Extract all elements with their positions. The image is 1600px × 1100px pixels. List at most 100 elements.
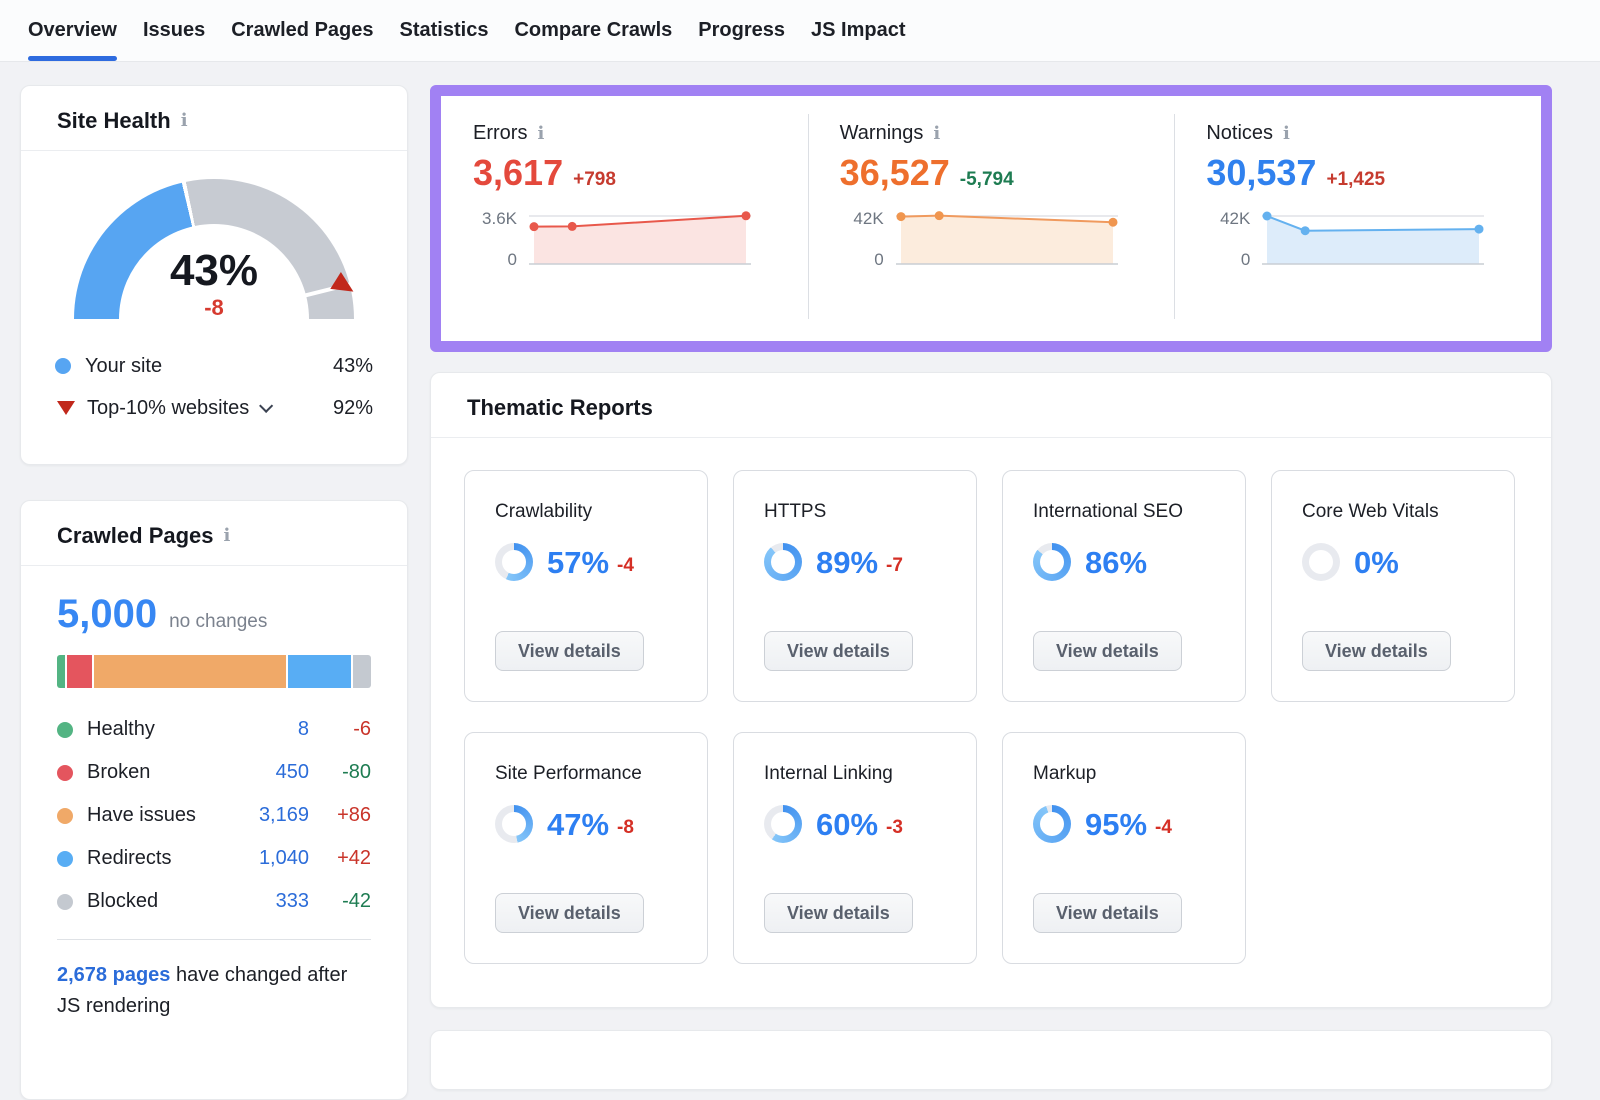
gray-dot-icon: [57, 894, 73, 910]
view-details-button[interactable]: View details: [495, 631, 644, 671]
internal-linking-donut-chart: [764, 805, 802, 843]
blue-dot-icon: [55, 358, 71, 374]
card-title: Site Performance: [495, 763, 677, 785]
info-icon[interactable]: i: [1283, 125, 1290, 143]
internal-linking-percent: 60%: [816, 809, 878, 840]
tab-issues[interactable]: Issues: [143, 0, 205, 61]
info-icon[interactable]: i: [224, 527, 231, 545]
core-web-vitals-percent: 0%: [1354, 547, 1399, 578]
site-audit-overview-page: { "tabs": { "items": [ { "label": "Overv…: [0, 0, 1600, 1048]
next-panel-stub: [430, 1030, 1552, 1090]
crawlability-delta: -4: [617, 547, 634, 577]
card-title: HTTPS: [764, 501, 946, 523]
bar-segment-have-issues: [94, 655, 286, 688]
crawled-pages-legend: Healthy 8 -6 Broken 450 -80 Have issues …: [57, 708, 371, 923]
your-site-label: Your site: [85, 355, 162, 378]
site-health-header: Site Health i: [21, 86, 407, 151]
site-health-legend: Your site 43% Top-10% websites 92%: [21, 319, 407, 429]
tab-js-impact[interactable]: JS Impact: [811, 0, 905, 61]
view-details-button[interactable]: View details: [1302, 631, 1451, 671]
thematic-cards-row-1: Crawlability 57% -4 View details HTTPS 8…: [464, 470, 1518, 702]
international-seo-donut-chart: [1033, 543, 1071, 581]
blocked-label: Blocked: [87, 890, 158, 913]
blocked-change: -42: [309, 890, 371, 913]
errors-value[interactable]: 3,617: [473, 153, 563, 193]
broken-value[interactable]: 450: [276, 761, 309, 784]
warnings-delta: -5,794: [960, 169, 1014, 191]
tab-crawled-pages[interactable]: Crawled Pages: [231, 0, 373, 61]
have-issues-value[interactable]: 3,169: [259, 804, 309, 827]
warnings-value[interactable]: 36,527: [840, 153, 950, 193]
https-percent: 89%: [816, 547, 878, 578]
view-details-button[interactable]: View details: [764, 631, 913, 671]
markup-delta: -4: [1155, 809, 1172, 839]
red-dot-icon: [57, 765, 73, 781]
legend-row-broken: Broken 450 -80: [57, 751, 371, 794]
card-title: Internal Linking: [764, 763, 946, 785]
crawled-total-note: no changes: [169, 611, 267, 633]
info-icon[interactable]: i: [537, 125, 544, 143]
top10-websites-value: 92%: [333, 397, 373, 420]
site-performance-donut-chart: [495, 805, 533, 843]
view-details-button[interactable]: View details: [1033, 893, 1182, 933]
warnings-label: Warnings: [840, 122, 924, 145]
legend-row-healthy: Healthy 8 -6: [57, 708, 371, 751]
tab-compare-crawls[interactable]: Compare Crawls: [514, 0, 672, 61]
view-details-button[interactable]: View details: [764, 893, 913, 933]
healthy-change: -6: [309, 718, 371, 741]
redirects-label: Redirects: [87, 847, 171, 870]
info-icon[interactable]: i: [181, 112, 188, 130]
legend-row-redirects: Redirects 1,040 +42: [57, 837, 371, 880]
healthy-value[interactable]: 8: [298, 718, 309, 741]
site-health-score: 43%: [74, 249, 354, 293]
y-tick-zero: 0: [473, 251, 517, 268]
blocked-value[interactable]: 333: [276, 890, 309, 913]
crawled-pages-panel: Crawled Pages i 5,000 no changes Healthy…: [20, 500, 408, 1100]
thematic-reports-panel: Thematic Reports Crawlability 57% -4 Vie…: [430, 372, 1552, 1008]
bar-segment-broken: [67, 655, 92, 688]
y-tick-zero: 0: [1206, 251, 1250, 268]
crawled-pages-title: Crawled Pages: [57, 523, 214, 549]
view-details-button[interactable]: View details: [495, 893, 644, 933]
info-icon[interactable]: i: [933, 125, 940, 143]
changed-pages-link[interactable]: 2,678 pages: [57, 964, 170, 986]
have-issues-label: Have issues: [87, 804, 196, 827]
redirects-value[interactable]: 1,040: [259, 847, 309, 870]
issues-summary-highlight-box: Errors i 3,617 +798 3.6K 0 Warnings i 36…: [430, 85, 1552, 352]
have-issues-change: +86: [309, 804, 371, 827]
card-crawlability: Crawlability 57% -4 View details: [464, 470, 708, 702]
notices-sparkline: 42K 0: [1206, 211, 1541, 269]
red-triangle-icon: [57, 401, 75, 415]
errors-label: Errors: [473, 122, 527, 145]
warnings-metric: Warnings i 36,527 -5,794 42K 0: [808, 96, 1175, 341]
card-title: Crawlability: [495, 501, 677, 523]
tab-overview[interactable]: Overview: [28, 0, 117, 61]
tab-progress[interactable]: Progress: [698, 0, 785, 61]
https-donut-chart: [764, 543, 802, 581]
card-title: Core Web Vitals: [1302, 501, 1484, 523]
notices-delta: +1,425: [1326, 169, 1385, 191]
site-health-gauge: 43% -8: [21, 151, 407, 319]
card-markup: Markup 95% -4 View details: [1002, 732, 1246, 964]
your-site-value: 43%: [333, 355, 373, 378]
green-dot-icon: [57, 722, 73, 738]
card-internal-linking: Internal Linking 60% -3 View details: [733, 732, 977, 964]
view-details-button[interactable]: View details: [1033, 631, 1182, 671]
blue-dot-icon: [57, 851, 73, 867]
site-health-delta: -8: [74, 297, 354, 319]
internal-linking-delta: -3: [886, 809, 903, 839]
thematic-reports-title: Thematic Reports: [467, 395, 653, 421]
tab-bar: Overview Issues Crawled Pages Statistics…: [0, 0, 1600, 62]
legend-row-blocked: Blocked 333 -42: [57, 880, 371, 923]
notices-value[interactable]: 30,537: [1206, 153, 1316, 193]
js-rendering-note: 2,678 pages have changed after JS render…: [57, 940, 371, 1022]
bar-segment-healthy: [57, 655, 65, 688]
chevron-down-icon[interactable]: [259, 399, 273, 413]
tab-statistics[interactable]: Statistics: [400, 0, 489, 61]
healthy-label: Healthy: [87, 718, 155, 741]
card-international-seo: International SEO 86% View details: [1002, 470, 1246, 702]
bar-segment-blocked: [353, 655, 371, 688]
crawlability-donut-chart: [495, 543, 533, 581]
errors-metric: Errors i 3,617 +798 3.6K 0: [441, 96, 808, 341]
crawlability-percent: 57%: [547, 547, 609, 578]
